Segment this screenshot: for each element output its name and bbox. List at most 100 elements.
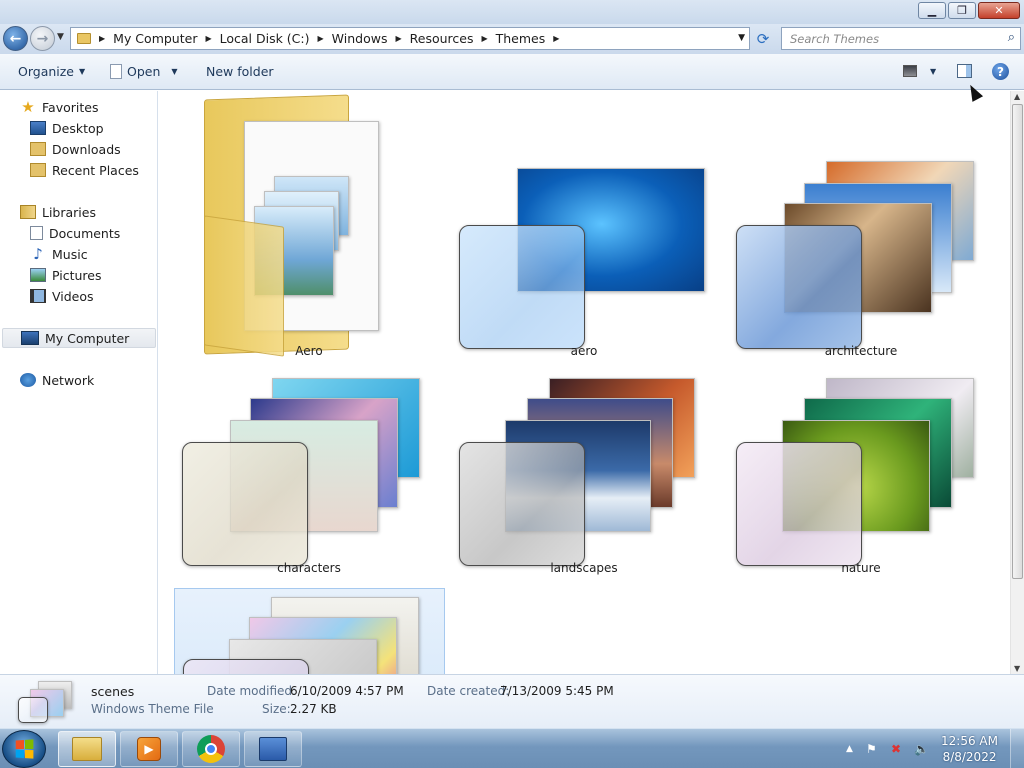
- breadcrumb-my-computer[interactable]: My Computer: [113, 31, 197, 46]
- taskbar-explorer-button[interactable]: [58, 731, 116, 767]
- show-desktop-button[interactable]: [1010, 729, 1024, 768]
- sidebar-item-label: Downloads: [52, 141, 121, 157]
- clock-time: 12:56 AM: [941, 734, 998, 748]
- item-label: characters: [277, 561, 341, 575]
- sidebar-item-favorites[interactable]: ★ Favorites: [20, 97, 98, 117]
- taskbar: ▶ ▲ ⚑ ✖ 🔈 12:56 AM 8/8/2022: [0, 728, 1024, 768]
- file-list: Aero aero architecture characters landsc…: [159, 91, 1010, 674]
- music-icon: ♪: [33, 245, 43, 263]
- taskbar-chrome-button[interactable]: [182, 731, 240, 767]
- breadcrumb-resources[interactable]: Resources: [410, 31, 474, 46]
- back-button[interactable]: ←: [3, 26, 28, 51]
- arrow-left-icon: ←: [9, 30, 22, 47]
- clock-date: 8/8/2022: [942, 750, 997, 764]
- scrollbar-thumb[interactable]: [1012, 104, 1023, 579]
- change-view-button[interactable]: ▼: [903, 65, 936, 77]
- size-value: 2.27 KB: [290, 702, 337, 716]
- glass-color-swatch: [459, 442, 585, 566]
- list-item-folder-aero[interactable]: Aero: [174, 91, 444, 358]
- sidebar-item-label: Videos: [52, 288, 94, 304]
- sidebar-item-label: Favorites: [42, 99, 99, 115]
- windows-logo-icon: [15, 739, 34, 759]
- vertical-scrollbar[interactable]: ▲ ▼: [1010, 91, 1024, 674]
- chevron-right-icon[interactable]: ▶: [99, 34, 105, 43]
- list-item-theme-characters[interactable]: characters: [174, 308, 444, 575]
- sidebar-item-my-computer[interactable]: My Computer: [2, 328, 156, 348]
- command-bar: Organize ▼ Open ▼ New folder ▼ ?: [0, 54, 1024, 90]
- new-folder-button[interactable]: New folder: [206, 64, 274, 79]
- chevron-right-icon[interactable]: ▶: [318, 34, 324, 43]
- downloads-icon: [30, 142, 46, 156]
- preview-pane-button[interactable]: [957, 64, 972, 78]
- organize-button[interactable]: Organize ▼: [18, 64, 85, 79]
- list-item-theme-aero[interactable]: aero: [449, 91, 719, 358]
- open-button[interactable]: Open ▼: [110, 64, 178, 79]
- sidebar-item-downloads[interactable]: Downloads: [30, 139, 121, 159]
- help-icon: ?: [992, 63, 1009, 80]
- network-disconnected-icon[interactable]: ✖: [891, 742, 901, 756]
- glass-color-swatch: [183, 659, 309, 674]
- help-button[interactable]: ?: [992, 63, 1009, 80]
- minimize-icon: ▁: [927, 4, 937, 17]
- restore-button[interactable]: ❐: [948, 2, 976, 19]
- chevron-right-icon[interactable]: ▶: [395, 34, 401, 43]
- show-hidden-icons-icon[interactable]: ▲: [846, 744, 853, 754]
- breadcrumb-local-disk[interactable]: Local Disk (C:): [220, 31, 310, 46]
- taskbar-media-player-button[interactable]: ▶: [120, 731, 178, 767]
- details-pane: scenes Windows Theme File Date modified:…: [0, 674, 1024, 728]
- navigation-pane: ★ Favorites Desktop Downloads Recent Pla…: [0, 91, 158, 674]
- window-controls: ▁ ❐ ✕: [918, 2, 1020, 19]
- chevron-right-icon[interactable]: ▶: [481, 34, 487, 43]
- chevron-down-icon[interactable]: ▼: [930, 67, 936, 76]
- sidebar-item-pictures[interactable]: Pictures: [30, 265, 102, 285]
- sidebar-item-label: Pictures: [52, 267, 102, 283]
- forward-button[interactable]: →: [30, 26, 55, 51]
- scroll-down-icon[interactable]: ▼: [1014, 664, 1020, 673]
- recent-pages-dropdown[interactable]: ▼: [57, 32, 64, 42]
- chevron-right-icon[interactable]: ▶: [553, 34, 559, 43]
- refresh-button[interactable]: ⟳: [752, 27, 774, 50]
- action-center-icon[interactable]: ⚑: [866, 742, 877, 756]
- close-button[interactable]: ✕: [978, 2, 1020, 19]
- sidebar-item-label: Network: [42, 372, 95, 388]
- list-item-theme-scenes[interactable]: [174, 588, 445, 674]
- file-name: scenes: [91, 684, 135, 699]
- start-button[interactable]: [2, 730, 46, 768]
- sidebar-item-label: Desktop: [52, 120, 104, 136]
- search-input[interactable]: Search Themes ⌕: [781, 27, 1021, 50]
- address-dropdown-icon[interactable]: ▼: [738, 33, 745, 43]
- list-item-theme-nature[interactable]: nature: [726, 308, 996, 575]
- sidebar-item-music[interactable]: ♪ Music: [30, 244, 87, 264]
- computer-icon: [21, 331, 39, 345]
- address-bar[interactable]: ▶ My Computer ▶ Local Disk (C:) ▶ Window…: [70, 27, 750, 50]
- chevron-right-icon[interactable]: ▶: [205, 34, 211, 43]
- preview-pane-icon: [957, 64, 972, 78]
- sidebar-item-label: Recent Places: [52, 162, 139, 178]
- taskbar-control-panel-button[interactable]: [244, 731, 302, 767]
- arrow-right-icon: →: [36, 30, 49, 47]
- list-item-theme-architecture[interactable]: architecture: [726, 91, 996, 358]
- restore-icon: ❐: [957, 4, 967, 17]
- desktop-icon: [30, 121, 46, 135]
- date-created-label: Date created:: [427, 684, 510, 698]
- volume-icon[interactable]: 🔈: [914, 742, 929, 756]
- breadcrumb-themes[interactable]: Themes: [496, 31, 546, 46]
- close-icon: ✕: [994, 4, 1004, 17]
- breadcrumb-windows[interactable]: Windows: [332, 31, 388, 46]
- list-item-theme-landscapes[interactable]: landscapes: [449, 308, 719, 575]
- sidebar-item-recent-places[interactable]: Recent Places: [30, 160, 139, 180]
- search-icon[interactable]: ⌕: [1008, 30, 1015, 45]
- sidebar-item-documents[interactable]: Documents: [30, 223, 120, 243]
- minimize-button[interactable]: ▁: [918, 2, 946, 19]
- sidebar-item-libraries[interactable]: Libraries: [20, 202, 96, 222]
- sidebar-item-desktop[interactable]: Desktop: [30, 118, 104, 138]
- scroll-up-icon[interactable]: ▲: [1014, 92, 1020, 101]
- videos-icon: [30, 289, 46, 303]
- date-modified-label: Date modified:: [207, 684, 297, 698]
- sidebar-item-network[interactable]: Network: [20, 370, 94, 390]
- size-label: Size:: [262, 702, 291, 716]
- open-label: Open: [127, 64, 161, 79]
- clock[interactable]: 12:56 AM 8/8/2022: [941, 733, 998, 765]
- sidebar-item-videos[interactable]: Videos: [30, 286, 94, 306]
- documents-icon: [30, 226, 43, 240]
